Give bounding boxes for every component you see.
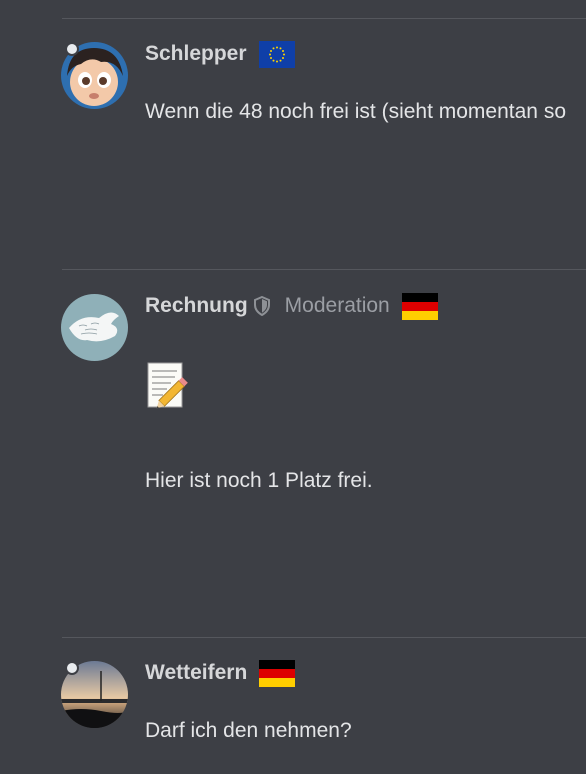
- username[interactable]: Rechnung: [145, 294, 248, 318]
- post-header: Wetteifern: [145, 658, 296, 688]
- post-body: Hier ist noch 1 Platz frei.: [145, 469, 373, 492]
- post-body: Darf ich den nehmen?: [145, 719, 352, 742]
- username[interactable]: Schlepper: [145, 42, 247, 66]
- shield-icon: [253, 295, 271, 317]
- post-thread: Schlepper Wenn die 48 noch frei ist (sie…: [0, 0, 586, 774]
- moderation-badge: Moderation: [284, 294, 390, 317]
- username[interactable]: Wetteifern: [145, 661, 247, 685]
- memo-pencil-icon: [147, 362, 191, 410]
- germany-flag-icon: [401, 292, 438, 320]
- online-indicator: [65, 661, 79, 675]
- germany-flag-icon: [259, 659, 296, 687]
- post-divider: [62, 269, 586, 270]
- eu-flag-icon: [258, 40, 295, 68]
- post-divider: [62, 18, 586, 19]
- post-body: Wenn die 48 noch frei ist (sieht momenta…: [145, 100, 566, 123]
- post-header: Schlepper: [145, 39, 295, 69]
- online-indicator: [65, 42, 79, 56]
- avatar[interactable]: [61, 294, 128, 361]
- post-header: Rechnung Moderation: [145, 291, 438, 321]
- post-divider: [62, 637, 586, 638]
